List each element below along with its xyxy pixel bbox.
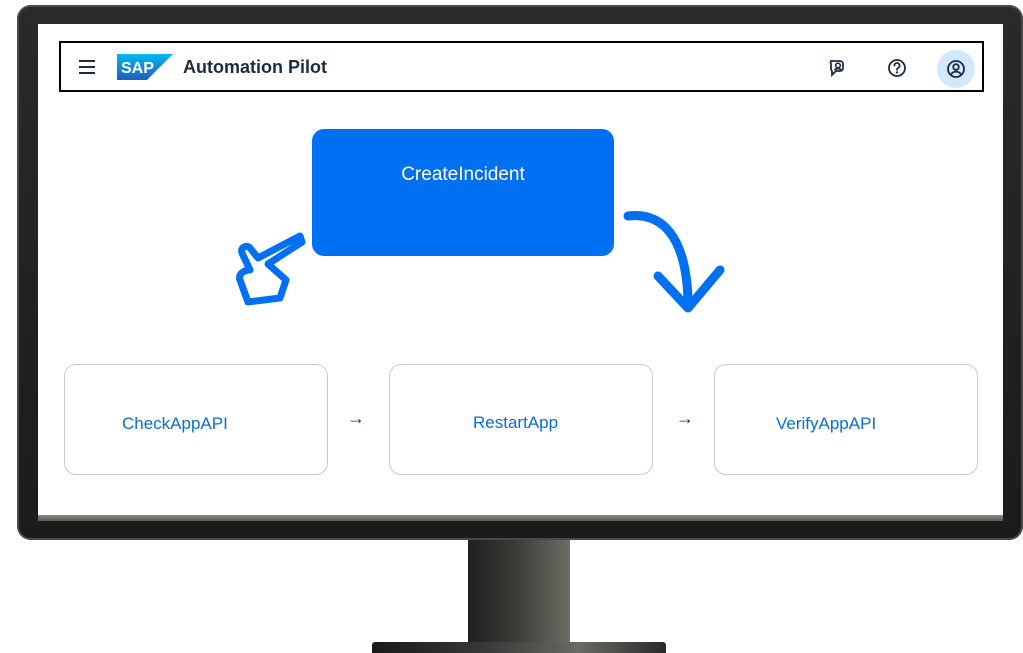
sap-logo: SAP	[117, 54, 173, 80]
step-check-app-api[interactable]: CheckAppAPI	[64, 364, 328, 475]
monitor-stand-base	[372, 642, 666, 653]
shell-bar: SAP Automation Pilot	[59, 41, 984, 92]
menu-icon[interactable]	[79, 60, 95, 74]
curved-arrow-icon	[623, 211, 725, 313]
user-avatar-icon	[947, 60, 965, 78]
step-label: CheckAppAPI	[122, 414, 228, 433]
chat-feedback-icon	[829, 60, 844, 78]
help-button[interactable]	[880, 51, 914, 85]
app-title: Automation Pilot	[183, 57, 327, 77]
pointing-hand-icon	[236, 232, 306, 306]
step-label: RestartApp	[473, 413, 559, 432]
feedback-button[interactable]	[821, 51, 855, 85]
sap-logo-text: SAP	[121, 60, 154, 77]
create-incident-label: CreateIncident	[401, 163, 525, 185]
monitor-rim	[38, 515, 1003, 521]
user-avatar-button[interactable]	[937, 50, 975, 88]
step-label: VerifyAppAPI	[776, 414, 877, 433]
flow-arrow-1: →	[347, 408, 365, 428]
monitor-stand-neck	[468, 540, 570, 642]
help-icon	[888, 59, 906, 77]
step-verify-app-api[interactable]: VerifyAppAPI	[714, 364, 978, 475]
create-incident-node[interactable]: CreateIncident	[312, 129, 614, 256]
flow-arrow-2: →	[676, 408, 694, 428]
step-restart-app[interactable]: RestartApp	[389, 364, 653, 475]
